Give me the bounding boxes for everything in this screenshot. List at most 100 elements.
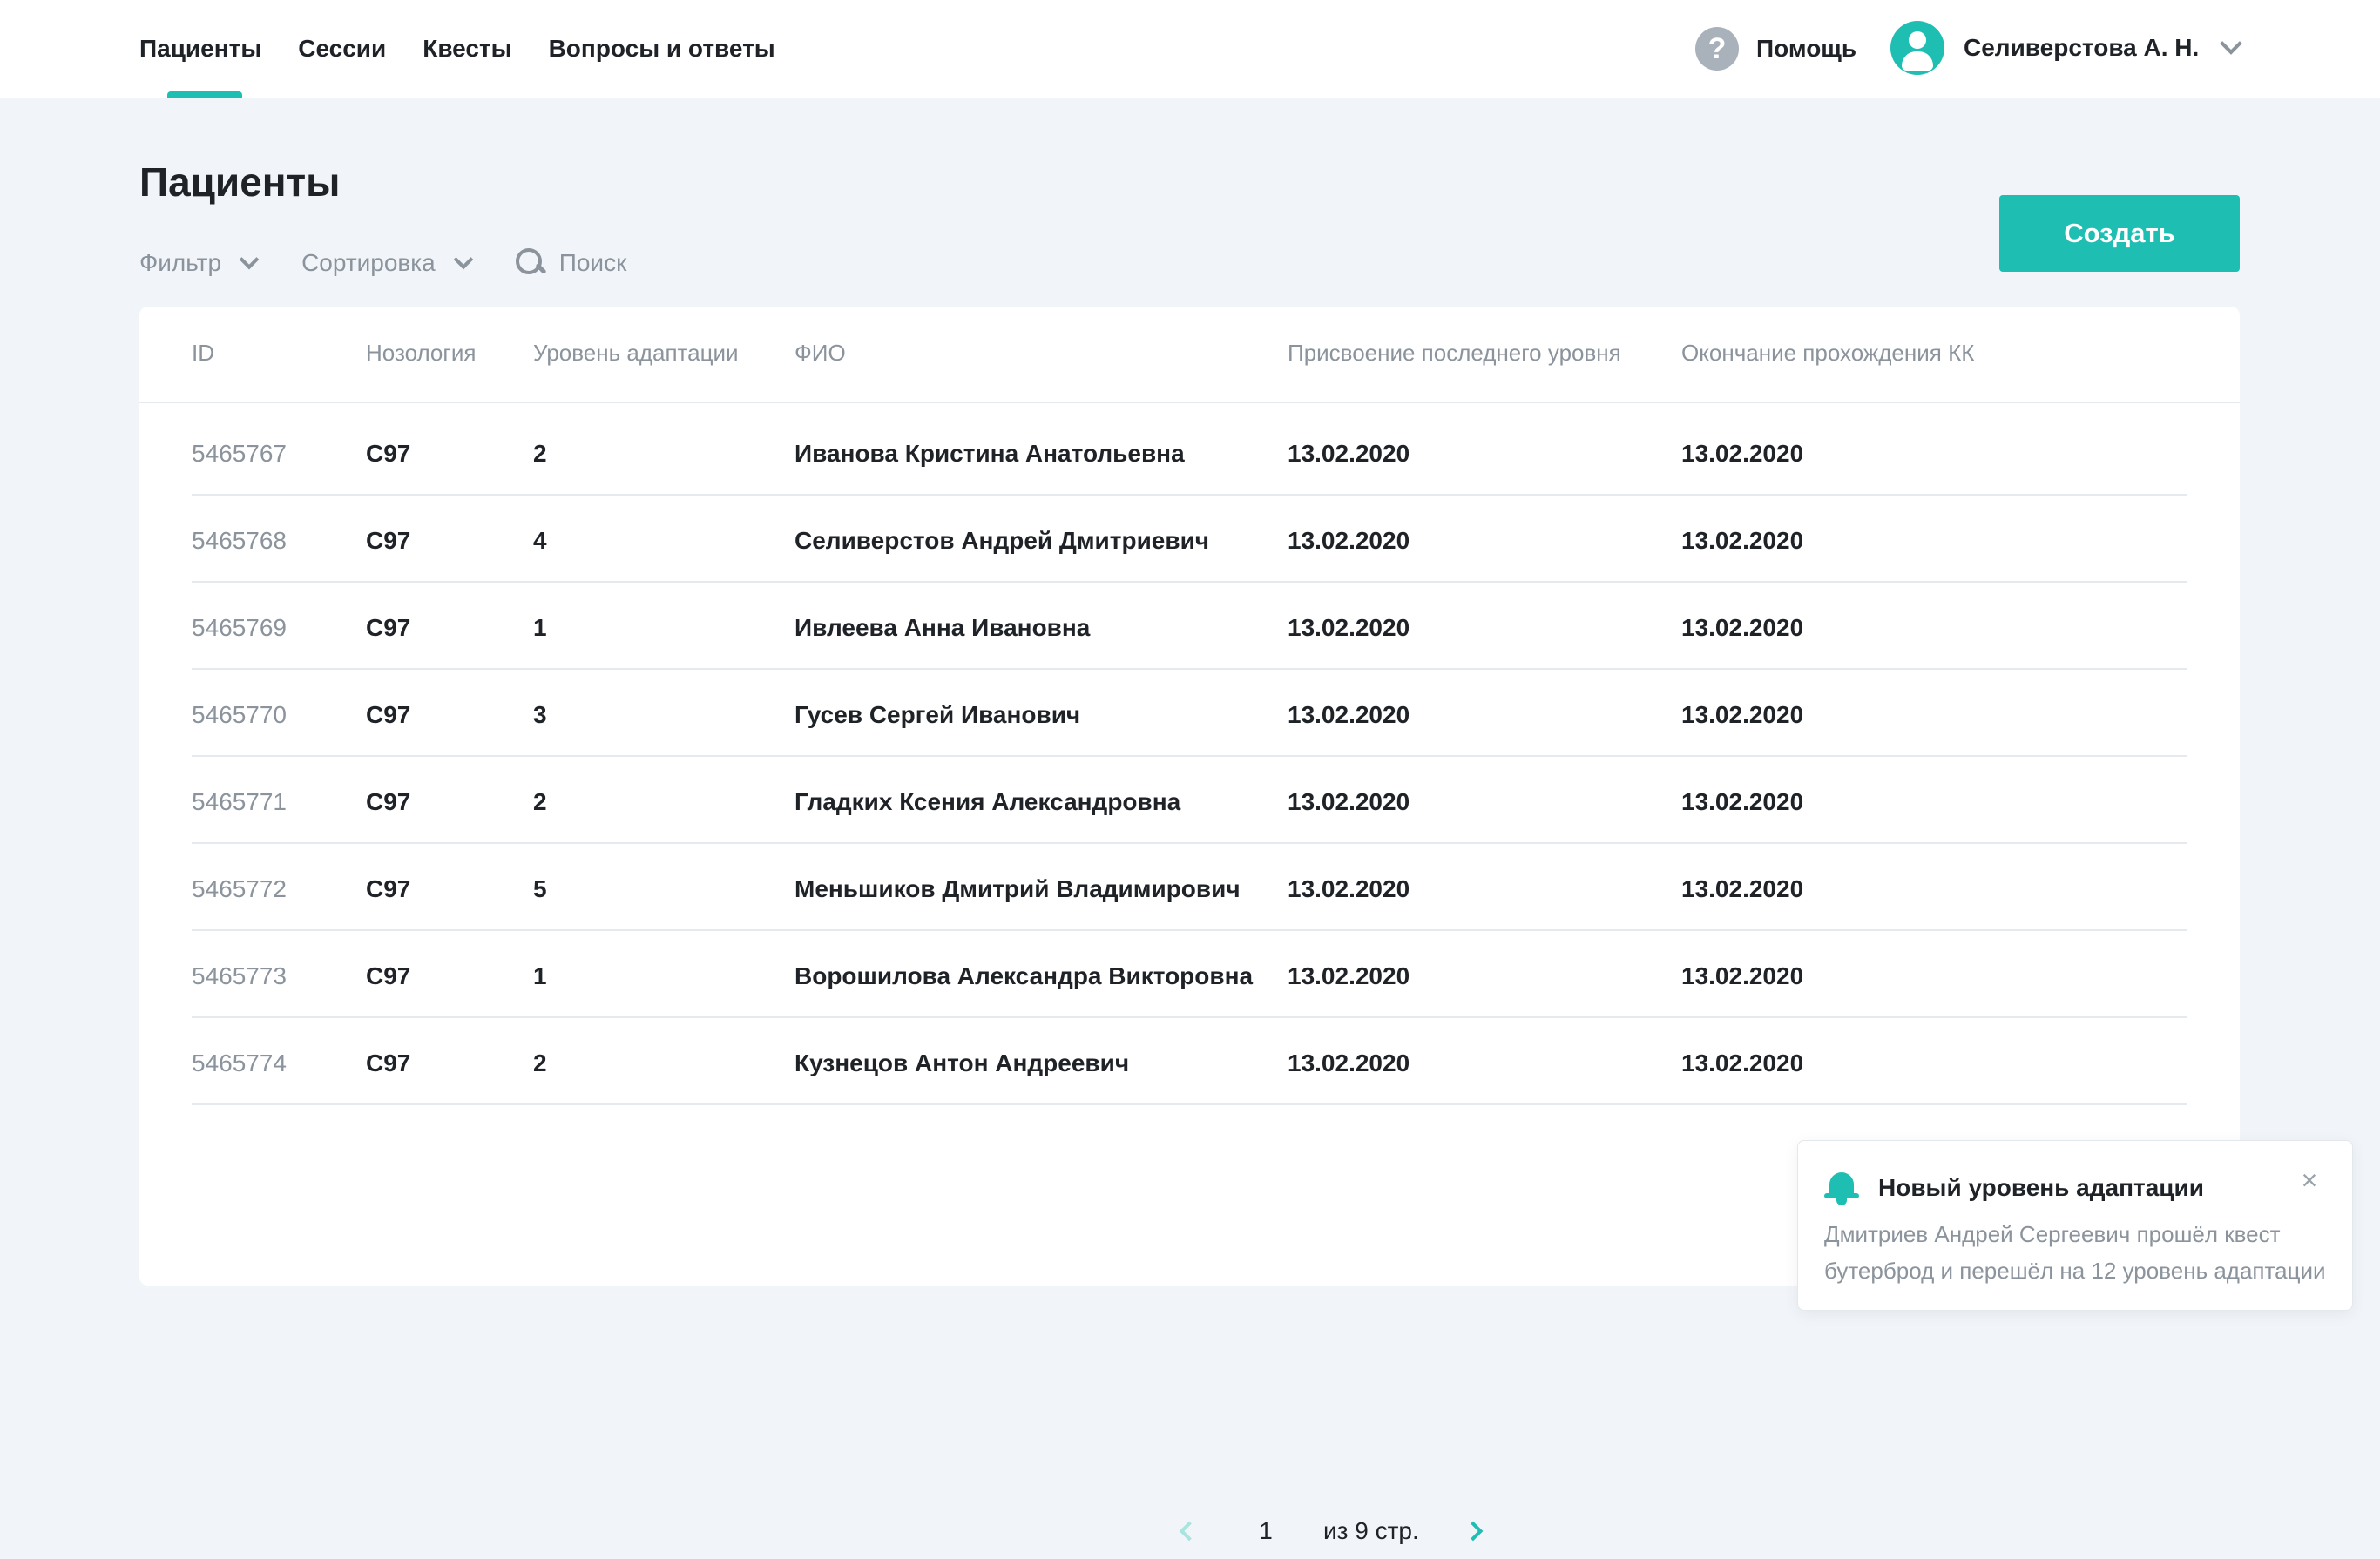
nav-quests[interactable]: Квесты [423,0,511,98]
table-row[interactable]: 5465770 C97 3 Гусев Сергей Иванович 13.02.20… [192,670,2187,757]
column-header-id[interactable]: ID [192,340,214,367]
table-row[interactable]: 5465771 C97 2 Гладких Ксения Александровна 1… [192,757,2187,844]
column-header-nosology[interactable]: Нозология [366,340,476,367]
toast-message: Дмитриев Андрей Сергеевич прошёл квест б… [1824,1221,2326,1284]
cell-id[interactable]: 5465768 [192,527,287,555]
help-icon: ? [1695,27,1739,71]
cell-id[interactable]: 5465774 [192,1049,287,1077]
cell-adaptation-level: 1 [533,614,547,641]
sort-label: Сортировка [301,249,436,276]
cell-last-level-date: 13.02.2020 [1288,527,1410,554]
cell-id[interactable]: 5465773 [192,962,287,990]
cell-name: Меньшиков Дмитрий Владимирович [794,875,1241,902]
cell-last-level-date: 13.02.2020 [1288,1049,1410,1076]
cell-nosology: C97 [366,614,411,641]
cell-adaptation-level: 2 [533,440,547,467]
cell-kk-end-date: 13.02.2020 [1681,614,1804,641]
next-page-button[interactable] [1456,1514,1491,1549]
cell-nosology: C97 [366,440,411,467]
user-menu[interactable]: Селиверстова А. Н. [1890,21,2243,75]
sort-dropdown[interactable]: Сортировка [301,249,474,277]
top-header: Пациенты Сессии Квесты Вопросы и ответы … [0,0,2380,98]
table-row[interactable]: 5465774 C97 2 Кузнецов Антон Андреевич 13.02… [192,1018,2187,1105]
cell-name: Гусев Сергей Иванович [794,701,1081,728]
search-icon [515,248,545,278]
cell-kk-end-date: 13.02.2020 [1681,701,1804,728]
cell-last-level-date: 13.02.2020 [1288,440,1410,467]
create-button[interactable]: Создать [1999,195,2240,272]
nav-patients[interactable]: Пациенты [139,0,261,98]
cell-kk-end-date: 13.02.2020 [1681,440,1804,467]
search-input[interactable] [558,249,821,277]
chevron-left-icon [1179,1521,1200,1542]
help-link[interactable]: ? Помощь [1695,25,1856,72]
cell-name: Селиверстов Андрей Дмитриевич [794,527,1210,554]
table-row[interactable]: 5465772 C97 5 Меньшиков Дмитрий Владимирови… [192,844,2187,931]
cell-last-level-date: 13.02.2020 [1288,614,1410,641]
cell-adaptation-level: 2 [533,1049,547,1076]
page-title: Пациенты [139,159,341,205]
chevron-down-icon [239,249,260,270]
toast-title: Новый уровень адаптации [1878,1174,2204,1201]
column-header-name[interactable]: ФИО [794,340,846,367]
cell-kk-end-date: 13.02.2020 [1681,962,1804,989]
prev-page-button[interactable] [1172,1514,1207,1549]
table-row[interactable]: 5465767 C97 2 Иванова Кристина Анатольевна 1… [192,408,2187,496]
table-header: ID Нозология Уровень адаптации ФИО Присв… [139,307,2240,403]
cell-nosology: C97 [366,788,411,815]
column-header-adaptation-level[interactable]: Уровень адаптации [533,340,739,367]
toolbar: Фильтр Сортировка [139,246,866,280]
cell-name: Ивлеева Анна Ивановна [794,614,1091,641]
column-header-kk-end-date[interactable]: Окончание прохождения КК [1681,340,1974,367]
cell-adaptation-level: 5 [533,875,547,902]
table-row[interactable]: 5465768 C97 4 Селиверстов Андрей Дмитриевич… [192,496,2187,583]
pagination: 1 из 9 стр. [1172,1503,1491,1559]
help-label: Помощь [1756,35,1857,62]
avatar-icon [1890,21,1944,75]
chevron-down-icon [453,249,474,270]
cell-last-level-date: 13.02.2020 [1288,962,1410,989]
cell-name: Ворошилова Александра Викторовна [794,962,1254,989]
cell-last-level-date: 13.02.2020 [1288,875,1410,902]
cell-last-level-date: 13.02.2020 [1288,788,1410,815]
main-nav: Пациенты Сессии Квесты Вопросы и ответы [139,0,812,98]
cell-name: Гладких Ксения Александровна [794,788,1181,815]
cell-id[interactable]: 5465770 [192,701,287,729]
cell-adaptation-level: 4 [533,527,547,554]
nav-sessions[interactable]: Сессии [298,0,386,98]
cell-nosology: C97 [366,527,411,554]
chevron-down-icon[interactable] [2220,32,2243,55]
cell-id[interactable]: 5465772 [192,875,287,903]
cell-nosology: C97 [366,1049,411,1076]
total-pages-label: из 9 стр. [1323,1517,1419,1544]
table-row[interactable]: 5465769 C97 1 Ивлеева Анна Ивановна 13.02.20… [192,583,2187,670]
cell-adaptation-level: 2 [533,788,547,815]
cell-id[interactable]: 5465769 [192,614,287,642]
column-header-last-level-date[interactable]: Присвоение последнего уровня [1288,340,1621,367]
bell-icon [1824,1169,1859,1207]
table-row[interactable]: 5465773 C97 1 Ворошилова Александра Викторо… [192,931,2187,1018]
cell-name: Иванова Кристина Анатольевна [794,440,1185,467]
cell-last-level-date: 13.02.2020 [1288,701,1410,728]
cell-nosology: C97 [366,701,411,728]
cell-kk-end-date: 13.02.2020 [1681,527,1804,554]
cell-nosology: C97 [366,962,411,989]
patients-table: ID Нозология Уровень адаптации ФИО Присв… [139,307,2240,1559]
cell-id[interactable]: 5465767 [192,440,287,468]
chevron-right-icon [1463,1521,1484,1542]
filter-label: Фильтр [139,249,222,276]
cell-adaptation-level: 1 [533,962,547,989]
cell-id[interactable]: 5465771 [192,788,287,816]
cell-kk-end-date: 13.02.2020 [1681,788,1804,815]
current-page-input[interactable]: 1 [1227,1503,1304,1559]
search-box[interactable] [515,248,821,278]
cell-kk-end-date: 13.02.2020 [1681,1049,1804,1076]
filter-dropdown[interactable]: Фильтр [139,249,260,277]
notification-toast: Новый уровень адаптации × Дмитриев Андре… [1797,1140,2353,1311]
user-name: Селиверстова А. Н. [1964,34,2200,61]
cell-adaptation-level: 3 [533,701,547,728]
cell-kk-end-date: 13.02.2020 [1681,875,1804,902]
cell-nosology: C97 [366,875,411,902]
nav-faq[interactable]: Вопросы и ответы [549,0,775,98]
close-icon[interactable]: × [2295,1165,2324,1195]
